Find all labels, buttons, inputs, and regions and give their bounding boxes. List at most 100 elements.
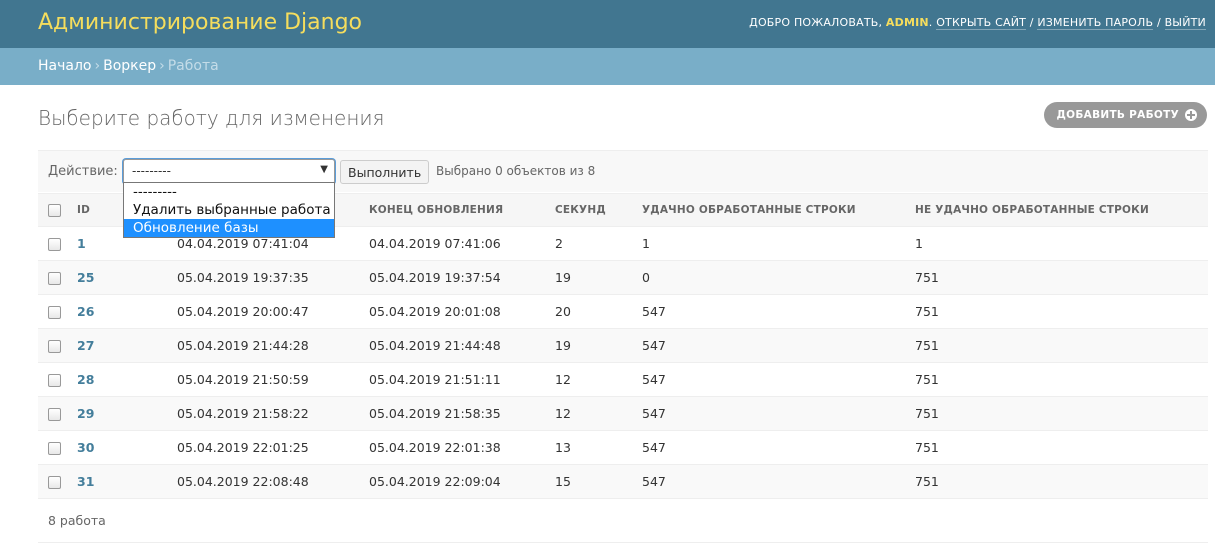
row-checkbox[interactable]	[48, 306, 61, 319]
page-title: Выберите работу для изменения	[38, 106, 385, 130]
id-cell: 25	[76, 260, 176, 295]
column-header-failed-rows[interactable]: НЕ УДАЧНО ОБРАБОТАННЫЕ СТРОКИ	[914, 193, 1208, 227]
failed-rows-cell: 1	[914, 226, 1208, 261]
welcome-text: ДОБРО ПОЖАЛОВАТЬ,	[749, 16, 886, 29]
select-all-checkbox[interactable]	[48, 203, 61, 217]
plus-icon	[1185, 109, 1197, 121]
end-cell: 05.04.2019 22:01:38	[368, 430, 554, 465]
row-select-cell	[38, 362, 76, 397]
failed-rows-cell: 751	[914, 328, 1208, 363]
end-cell: 04.04.2019 07:41:06	[368, 226, 554, 261]
row-checkbox[interactable]	[48, 374, 61, 387]
breadcrumb-app[interactable]: Воркер	[103, 58, 156, 74]
results-table: ID НАЧАЛО ОБНОВЛЕНИЯ КОНЕЦ ОБНОВЛЕНИЯ СЕ…	[38, 193, 1208, 499]
paginator: 8 работа	[38, 498, 1208, 543]
column-header-ok-rows[interactable]: УДАЧНО ОБРАБОТАННЫЕ СТРОКИ	[641, 193, 914, 227]
logout-link[interactable]: ВЫЙТИ	[1164, 16, 1206, 30]
id-cell: 29	[76, 396, 176, 431]
id-cell: 30	[76, 430, 176, 465]
start-cell: 05.04.2019 21:58:22	[176, 396, 368, 431]
start-cell: 05.04.2019 21:44:28	[176, 328, 368, 363]
seconds-cell: 12	[554, 362, 641, 397]
ok-rows-cell: 547	[641, 294, 914, 329]
row-id-link[interactable]: 29	[77, 406, 94, 421]
row-id-link[interactable]: 28	[77, 372, 94, 387]
failed-rows-cell: 751	[914, 430, 1208, 465]
table-row: 29 05.04.2019 21:58:22 05.04.2019 21:58:…	[38, 396, 1208, 431]
start-cell: 05.04.2019 21:50:59	[176, 362, 368, 397]
row-checkbox[interactable]	[48, 476, 61, 489]
row-select-cell	[38, 260, 76, 295]
failed-rows-cell: 751	[914, 260, 1208, 295]
row-checkbox[interactable]	[48, 272, 61, 285]
failed-rows-cell: 751	[914, 396, 1208, 431]
table-row: 31 05.04.2019 22:08:48 05.04.2019 22:09:…	[38, 464, 1208, 499]
end-cell: 05.04.2019 19:37:54	[368, 260, 554, 295]
dropdown-option-update-db[interactable]: Обновление базы	[124, 219, 334, 237]
view-site-link[interactable]: ОТКРЫТЬ САЙТ	[936, 16, 1027, 30]
ok-rows-cell: 1	[641, 226, 914, 261]
row-select-cell	[38, 328, 76, 363]
row-checkbox[interactable]	[48, 238, 61, 251]
end-cell: 05.04.2019 22:09:04	[368, 464, 554, 499]
ok-rows-cell: 547	[641, 396, 914, 431]
id-cell: 27	[76, 328, 176, 363]
id-cell: 28	[76, 362, 176, 397]
seconds-cell: 20	[554, 294, 641, 329]
site-brand[interactable]: Администрирование Django	[38, 10, 362, 35]
ok-rows-cell: 547	[641, 362, 914, 397]
ok-rows-cell: 547	[641, 464, 914, 499]
action-select-value: ---------	[132, 164, 171, 178]
seconds-cell: 12	[554, 396, 641, 431]
ok-rows-cell: 547	[641, 328, 914, 363]
row-checkbox[interactable]	[48, 340, 61, 353]
row-id-link[interactable]: 31	[77, 474, 94, 489]
change-password-link[interactable]: ИЗМЕНИТЬ ПАРОЛЬ	[1037, 16, 1154, 30]
action-label: Действие:	[48, 164, 118, 179]
failed-rows-cell: 751	[914, 294, 1208, 329]
column-header-seconds[interactable]: СЕКУНД	[554, 193, 641, 227]
seconds-cell: 2	[554, 226, 641, 261]
breadcrumb-separator: ›	[159, 58, 165, 74]
ok-rows-cell: 547	[641, 430, 914, 465]
breadcrumb: Начало › Воркер › Работа	[0, 48, 1215, 85]
row-id-link[interactable]: 26	[77, 304, 94, 319]
start-cell: 05.04.2019 22:01:25	[176, 430, 368, 465]
end-cell: 05.04.2019 20:01:08	[368, 294, 554, 329]
user-tools: ДОБРО ПОЖАЛОВАТЬ, ADMIN. ОТКРЫТЬ САЙТ / …	[749, 16, 1206, 30]
add-work-label: ДОБАВИТЬ РАБОТУ	[1056, 109, 1179, 121]
table-row: 30 05.04.2019 22:01:25 05.04.2019 22:01:…	[38, 430, 1208, 465]
column-header-end[interactable]: КОНЕЦ ОБНОВЛЕНИЯ	[368, 193, 554, 227]
chevron-down-icon: ▼	[320, 164, 328, 175]
row-id-link[interactable]: 27	[77, 338, 94, 353]
run-action-button[interactable]: Выполнить	[340, 160, 430, 184]
ok-rows-cell: 0	[641, 260, 914, 295]
row-id-link[interactable]: 1	[77, 236, 86, 251]
add-work-button[interactable]: ДОБАВИТЬ РАБОТУ	[1044, 102, 1207, 128]
seconds-cell: 13	[554, 430, 641, 465]
row-id-link[interactable]: 25	[77, 270, 94, 285]
failed-rows-cell: 751	[914, 362, 1208, 397]
end-cell: 05.04.2019 21:44:48	[368, 328, 554, 363]
start-cell: 05.04.2019 19:37:35	[176, 260, 368, 295]
seconds-cell: 19	[554, 328, 641, 363]
row-select-cell	[38, 430, 76, 465]
table-row: 27 05.04.2019 21:44:28 05.04.2019 21:44:…	[38, 328, 1208, 363]
row-select-cell	[38, 464, 76, 499]
row-checkbox[interactable]	[48, 408, 61, 421]
end-cell: 05.04.2019 21:58:35	[368, 396, 554, 431]
table-row: 28 05.04.2019 21:50:59 05.04.2019 21:51:…	[38, 362, 1208, 397]
failed-rows-cell: 751	[914, 464, 1208, 499]
row-checkbox[interactable]	[48, 442, 61, 455]
row-id-link[interactable]: 30	[77, 440, 94, 455]
action-select[interactable]: --------- ▼	[123, 159, 335, 184]
select-all-cell	[38, 193, 76, 227]
id-cell: 26	[76, 294, 176, 329]
breadcrumb-home[interactable]: Начало	[38, 58, 91, 74]
breadcrumb-current: Работа	[167, 58, 219, 74]
username: ADMIN	[885, 16, 929, 29]
end-cell: 05.04.2019 21:51:11	[368, 362, 554, 397]
breadcrumb-separator: ›	[94, 58, 101, 74]
dropdown-option-delete[interactable]: Удалить выбранные работа	[124, 201, 334, 219]
dropdown-option-empty[interactable]: ---------	[124, 183, 334, 201]
